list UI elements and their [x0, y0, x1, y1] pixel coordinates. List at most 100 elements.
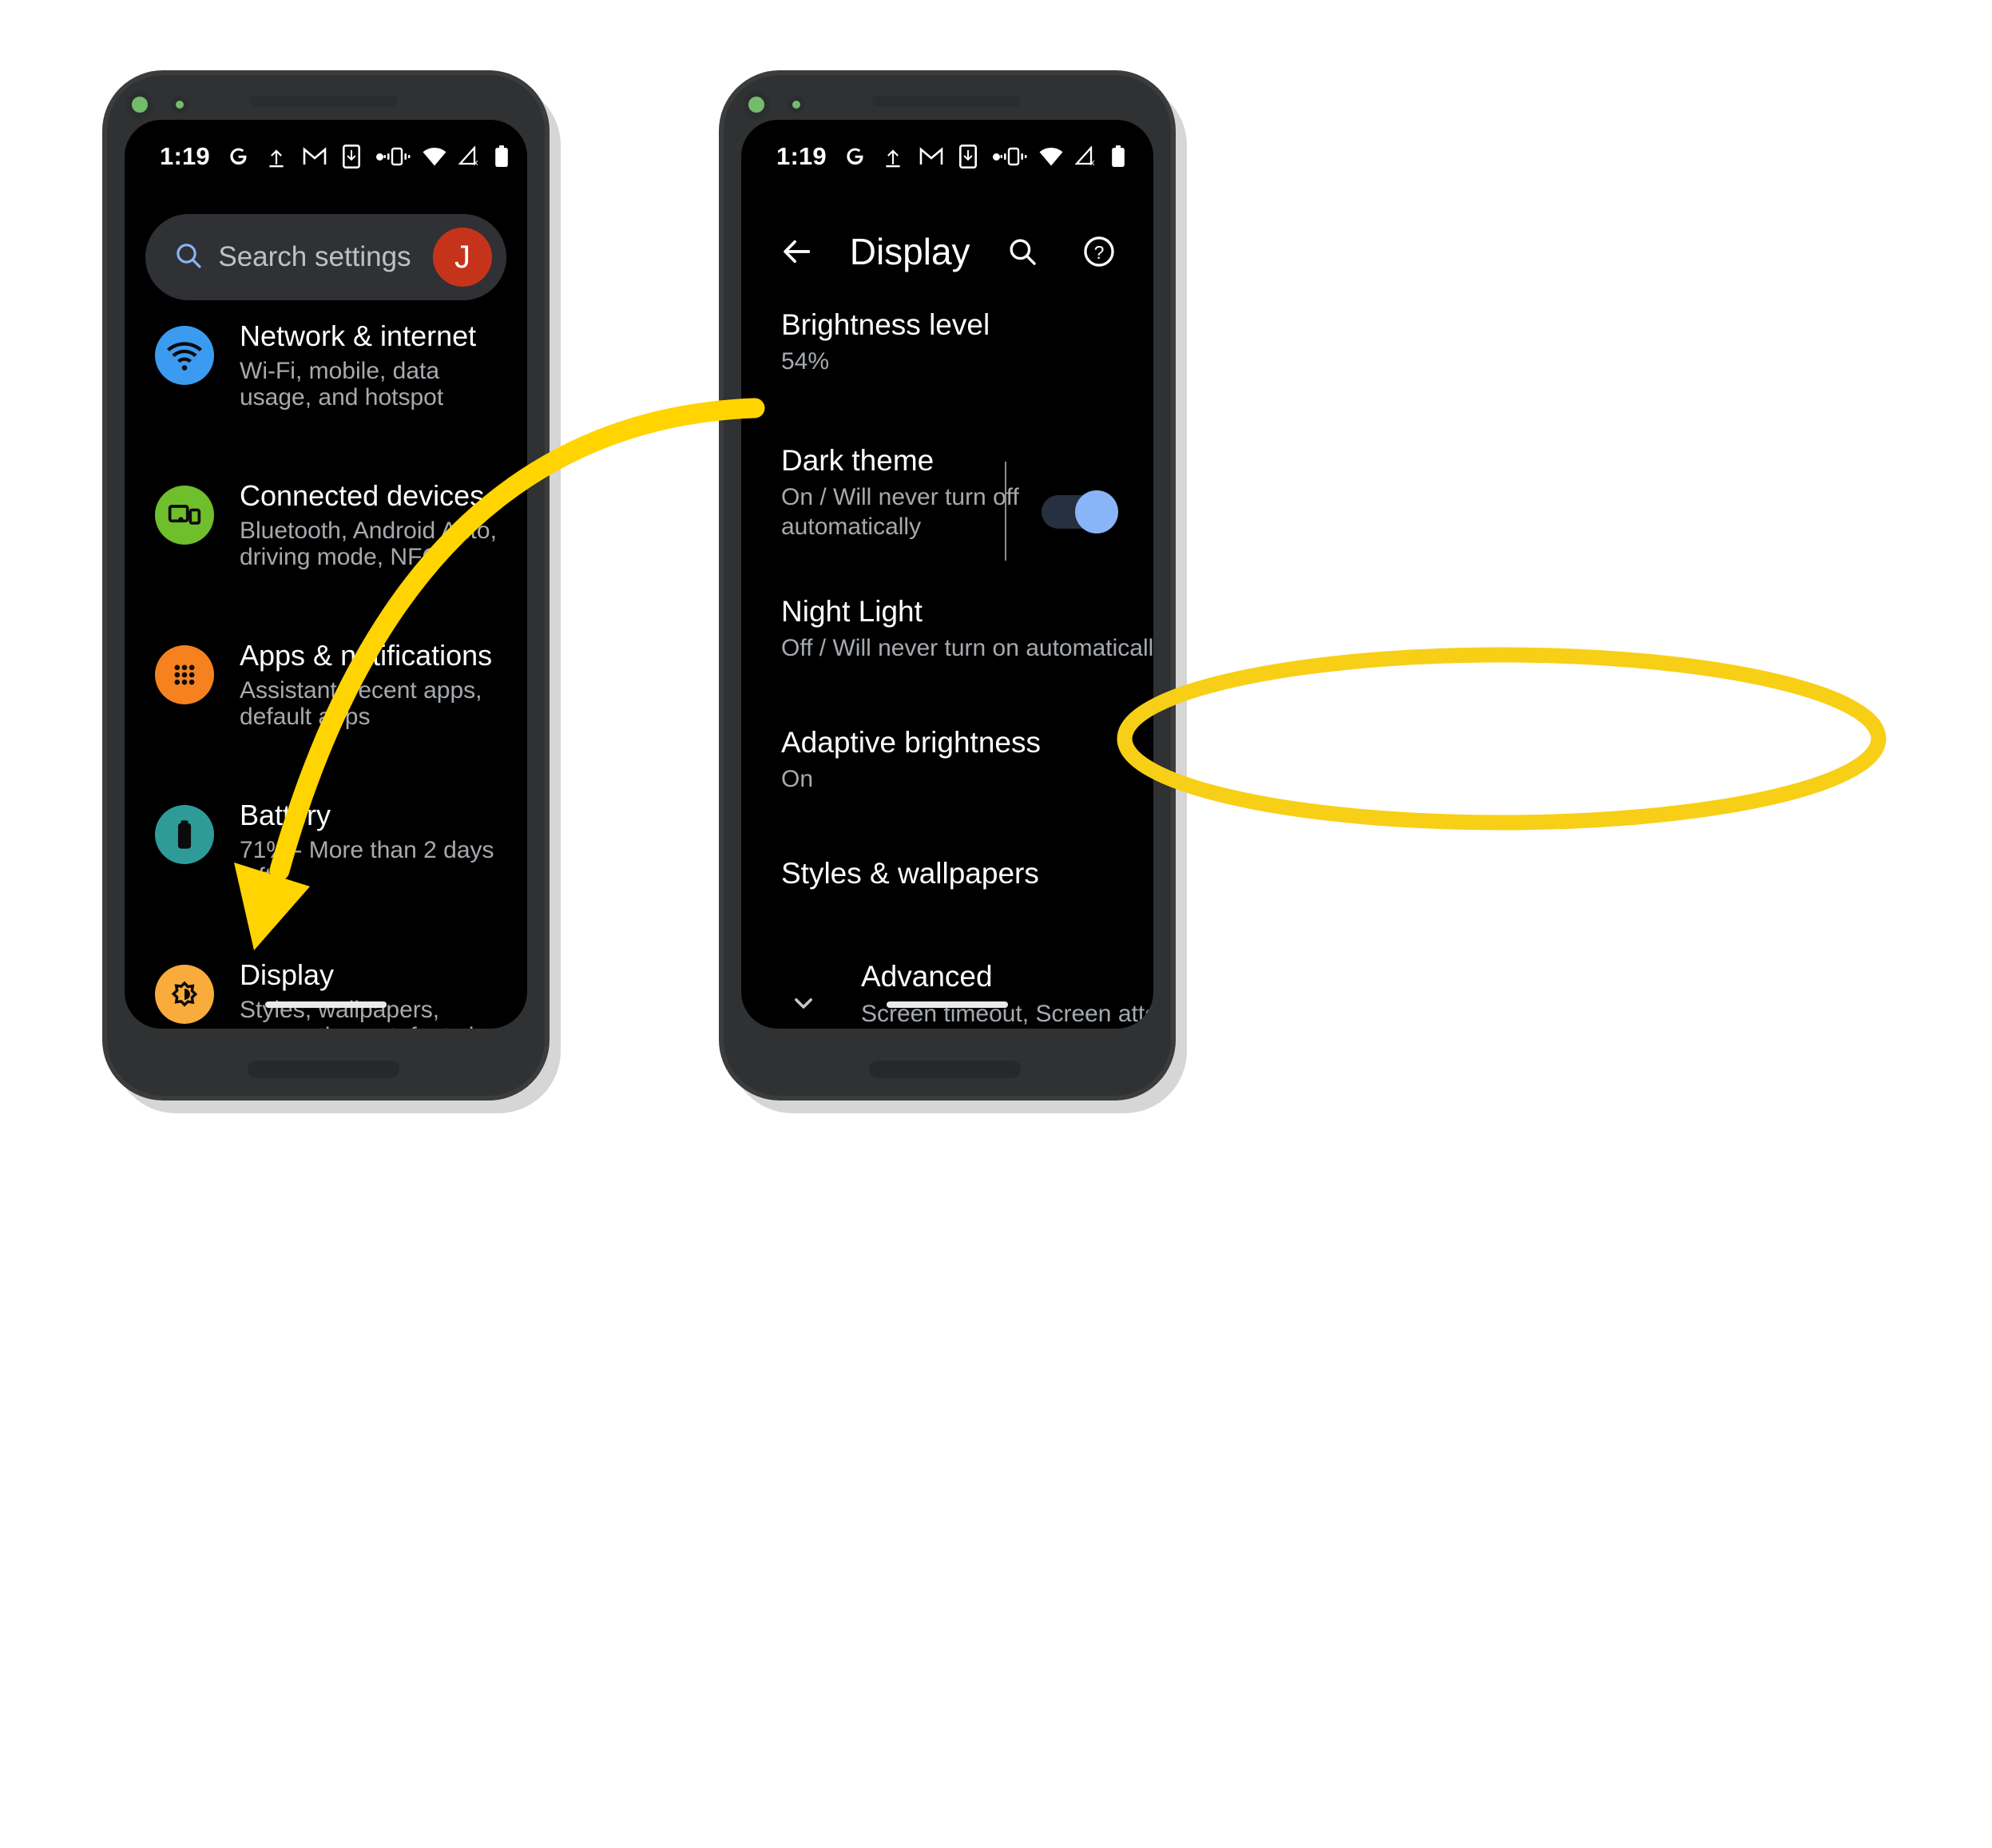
- svg-text:?: ?: [1094, 242, 1105, 263]
- phone-body: 1:19: [719, 70, 1176, 1100]
- settings-list: Network & internet Wi-Fi, mobile, data u…: [125, 321, 527, 1029]
- settings-item-connected-devices[interactable]: Connected devices Bluetooth, Android Aut…: [125, 481, 527, 570]
- settings-item-subtitle: 71% - More than 2 days left: [240, 836, 494, 890]
- settings-item-text: Apps & notifications Assistant, recent a…: [240, 640, 503, 730]
- wifi-icon: [1038, 146, 1064, 167]
- status-bar-left: 1:19: [160, 142, 383, 171]
- status-time: 1:19: [160, 142, 210, 170]
- settings-item-title: Battery: [240, 799, 331, 831]
- connected-devices-icon: [155, 486, 214, 545]
- status-bar: 1:19 x: [125, 120, 527, 193]
- status-bar-right: x: [383, 145, 510, 168]
- settings-item-network-internet[interactable]: Network & internet Wi-Fi, mobile, data u…: [125, 321, 527, 410]
- settings-item-title: Display: [240, 958, 335, 991]
- settings-item-apps-notifications[interactable]: Apps & notifications Assistant, recent a…: [125, 640, 527, 730]
- svg-text:x: x: [474, 158, 478, 167]
- display-item-night-light[interactable]: Night Light Off / Will never turn on aut…: [741, 595, 1153, 664]
- display-item-adaptive-brightness[interactable]: Adaptive brightness On: [741, 726, 1153, 795]
- settings-item-title: Apps & notifications: [240, 639, 493, 672]
- display-item-title: Brightness level: [781, 308, 990, 341]
- screenshot-canvas: 1:19 x Search settings J Network & inter…: [0, 0, 1992, 1848]
- settings-item-text: Network & internet Wi-Fi, mobile, data u…: [240, 321, 503, 410]
- settings-item-text: Display Styles, wallpapers, screen timeo…: [240, 960, 503, 1029]
- phone-body: 1:19: [102, 70, 550, 1100]
- download-to-device-icon: [958, 145, 977, 169]
- display-item-title: Night Light: [781, 594, 923, 628]
- chevron-down-icon[interactable]: [788, 987, 819, 1023]
- display-item-brightness-level[interactable]: Brightness level 54%: [741, 308, 1153, 377]
- display-item-title: Styles & wallpapers: [781, 856, 1039, 890]
- battery-icon: [494, 145, 510, 168]
- display-item-styles-wallpapers[interactable]: Styles & wallpapers: [741, 857, 1153, 890]
- avatar[interactable]: J: [433, 228, 492, 287]
- toggle-divider: [1005, 462, 1006, 561]
- settings-item-display[interactable]: Display Styles, wallpapers, screen timeo…: [125, 960, 527, 1029]
- no-signal-icon: x: [1075, 146, 1099, 167]
- settings-item-title: Network & internet: [240, 319, 477, 352]
- status-time: 1:19: [776, 142, 827, 170]
- display-item-subtitle: On: [781, 766, 814, 793]
- right-phone-device: 1:19 x Display ? Brightness level 54% Da…: [719, 70, 1187, 1113]
- settings-item-text: Battery 71% - More than 2 days left: [240, 800, 503, 890]
- display-settings-list: Brightness level 54% Dark theme On / Wil…: [741, 308, 1153, 1029]
- settings-item-subtitle: Bluetooth, Android Auto, driving mode, N…: [240, 517, 497, 570]
- download-to-device-icon: [342, 145, 360, 169]
- home-indicator[interactable]: [887, 1001, 1008, 1008]
- camera-lens-primary: [743, 91, 770, 118]
- right-phone-screen: 1:19 x Display ? Brightness level 54% Da…: [741, 120, 1153, 1029]
- wifi-icon: [155, 326, 214, 385]
- status-bar: 1:19 x: [741, 120, 1153, 193]
- page-title: Display: [849, 231, 970, 272]
- settings-item-text: Connected devices Bluetooth, Android Aut…: [240, 481, 503, 570]
- camera-lens-primary: [126, 91, 153, 118]
- search-input[interactable]: Search settings: [196, 241, 433, 273]
- vibrate-icon: [1000, 146, 1027, 167]
- display-item-subtitle: 54%: [781, 348, 830, 375]
- display-item-title: Adaptive brightness: [781, 725, 1041, 759]
- speaker-grille: [248, 1061, 399, 1078]
- display-item-title: Advanced: [861, 960, 993, 993]
- google-icon: [226, 145, 250, 169]
- earpiece-grille: [872, 96, 1021, 107]
- display-item-advanced[interactable]: Advanced Screen timeout, Screen attentio…: [741, 960, 1153, 1029]
- apps-grid-icon: [155, 645, 214, 704]
- settings-item-subtitle: Assistant, recent apps, default apps: [240, 676, 482, 730]
- settings-item-battery[interactable]: Battery 71% - More than 2 days left: [125, 800, 527, 890]
- highlight-ellipse-night-light: [1117, 647, 1887, 831]
- speaker-grille: [869, 1061, 1021, 1078]
- dot-icon: [375, 153, 383, 161]
- back-arrow-icon[interactable]: [773, 226, 821, 277]
- dot-icon: [992, 153, 1000, 161]
- search-icon[interactable]: [999, 226, 1047, 277]
- battery-icon: [155, 805, 214, 864]
- settings-item-title: Connected devices: [240, 479, 485, 512]
- battery-icon: [1110, 145, 1126, 168]
- camera-lens-secondary: [171, 96, 188, 113]
- google-icon: [843, 145, 867, 169]
- help-circle-icon[interactable]: ?: [1075, 226, 1123, 277]
- vibrate-icon: [383, 146, 411, 167]
- left-phone-device: 1:19 x Search settings J Network & inter…: [102, 70, 561, 1113]
- status-bar-left: 1:19: [776, 142, 1000, 171]
- left-phone-screen: 1:19 x Search settings J Network & inter…: [125, 120, 527, 1029]
- dark-theme-toggle-group: [1005, 462, 1118, 561]
- gmail-icon: [303, 147, 327, 166]
- settings-item-subtitle: Wi-Fi, mobile, data usage, and hotspot: [240, 357, 444, 410]
- home-indicator[interactable]: [265, 1001, 387, 1008]
- upload-icon: [883, 145, 903, 168]
- toggle-thumb: [1075, 490, 1118, 534]
- dark-theme-toggle[interactable]: [1042, 490, 1118, 534]
- gmail-icon: [919, 147, 943, 166]
- upload-icon: [266, 145, 287, 168]
- earpiece-grille: [249, 96, 398, 107]
- camera-lens-secondary: [788, 96, 805, 113]
- no-signal-icon: x: [458, 146, 482, 167]
- svg-text:x: x: [1090, 158, 1095, 167]
- display-item-subtitle: Off / Will never turn on automatically: [781, 635, 1153, 662]
- wifi-icon: [422, 146, 447, 167]
- brightness-icon: [155, 965, 214, 1024]
- display-item-dark-theme[interactable]: Dark theme On / Will never turn off auto…: [741, 444, 1153, 561]
- display-app-bar: Display ?: [741, 208, 1153, 295]
- status-bar-right: x: [1000, 145, 1126, 168]
- search-settings-bar[interactable]: Search settings J: [145, 214, 506, 300]
